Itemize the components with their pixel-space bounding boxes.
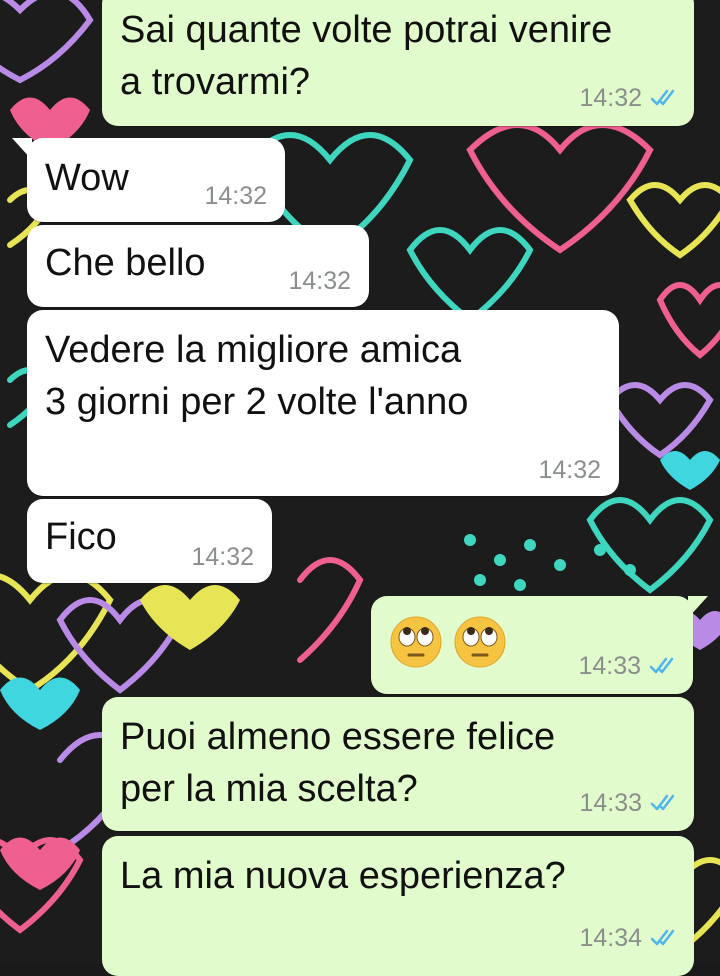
message-text: Sai quante volte potrai venire a trovarm… [120, 9, 613, 103]
face-with-rolling-eyes-icon [454, 616, 506, 668]
message-time: 14:34 [579, 924, 642, 952]
message-time: 14:32 [579, 84, 642, 112]
double-check-read-icon [650, 791, 680, 819]
message-time: 14:32 [204, 182, 267, 210]
face-with-rolling-eyes-icon [390, 616, 442, 668]
incoming-message[interactable]: Fico 14:32 [27, 499, 272, 583]
emoji-row [389, 614, 517, 669]
message-text: Wow [45, 157, 129, 199]
message-text: Puoi almeno essere felice per la mia sce… [120, 716, 556, 810]
bubble-tail-icon [688, 596, 708, 618]
incoming-message[interactable]: Vedere la migliore amica 3 giorni per 2 … [27, 310, 619, 496]
outgoing-message[interactable]: Puoi almeno essere felice per la mia sce… [102, 697, 694, 831]
message-time: 14:32 [191, 543, 254, 571]
outgoing-message[interactable]: La mia nuova esperienza? 14:34 [102, 836, 694, 976]
message-text: La mia nuova esperienza? [120, 855, 566, 897]
message-text: Fico [45, 516, 117, 558]
double-check-read-icon [650, 86, 680, 114]
message-time: 14:32 [538, 456, 601, 484]
incoming-message[interactable]: Wow 14:32 [27, 138, 285, 222]
message-time: 14:32 [288, 267, 351, 295]
bubble-tail-icon [12, 138, 32, 160]
message-text: Che bello [45, 242, 206, 284]
message-time: 14:33 [579, 789, 642, 817]
message-text: Vedere la migliore amica 3 giorni per 2 … [45, 329, 469, 423]
double-check-read-icon [649, 654, 679, 682]
incoming-message[interactable]: Che bello 14:32 [27, 225, 369, 307]
double-check-read-icon [650, 926, 680, 954]
outgoing-message[interactable]: 14:33 [371, 596, 693, 694]
outgoing-message[interactable]: Sai quante volte potrai venire a trovarm… [102, 0, 694, 126]
message-time: 14:33 [578, 652, 641, 680]
